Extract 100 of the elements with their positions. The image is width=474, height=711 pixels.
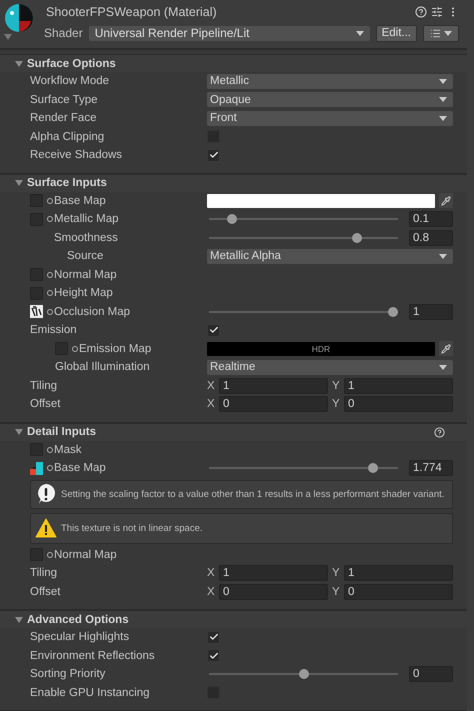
axis-label: X [207, 398, 215, 410]
caret-icon [439, 254, 447, 259]
axis-label: Y [332, 380, 340, 392]
settings-icon[interactable] [431, 6, 443, 18]
foldout-arrow-icon[interactable] [15, 616, 23, 624]
field-label: Offset [30, 586, 60, 598]
axis-label: Y [332, 586, 340, 598]
list-dropdown-button[interactable] [423, 24, 459, 42]
axis-label: Y [332, 398, 340, 410]
field-label: Workflow Mode [30, 75, 110, 88]
caret-icon [439, 97, 447, 102]
help-message: Setting the scaling factor to a value other than 1 results in a less performant shader variant. [61, 488, 444, 500]
dropdown[interactable]: Opaque [207, 92, 453, 108]
object-picker-icon[interactable] [47, 198, 53, 204]
field-label: Emission [30, 324, 77, 336]
field-label: Base Map [54, 462, 106, 474]
shader-label: Shader [44, 26, 83, 40]
number-field[interactable]: 1 [344, 378, 453, 394]
field-label: Tiling [30, 567, 58, 580]
number-field[interactable]: 0 [409, 666, 453, 682]
field-label: Normal Map [54, 268, 117, 281]
dropdown[interactable]: Metallic [207, 74, 453, 89]
dropdown[interactable]: Metallic Alpha [207, 248, 453, 264]
field-label: Normal Map [54, 548, 117, 561]
hdr-color-field[interactable]: HDR [207, 342, 435, 356]
field-label: Environment Reflections [30, 650, 155, 662]
field-label: Render Face [30, 112, 96, 124]
caret-icon [439, 364, 447, 370]
foldout-arrow-icon[interactable] [15, 60, 23, 68]
number-field[interactable]: 0 [219, 584, 328, 600]
dropdown[interactable]: Front [207, 110, 453, 126]
foldout-arrow-icon[interactable] [15, 179, 23, 187]
field-label: Specular Highlights [30, 631, 130, 644]
slider-thumb[interactable] [352, 232, 362, 243]
object-picker-icon[interactable] [47, 216, 53, 222]
color-field[interactable] [207, 194, 435, 208]
number-field[interactable]: 0.1 [409, 211, 453, 228]
slider-thumb[interactable] [368, 463, 378, 474]
slider-thumb[interactable] [388, 306, 398, 317]
edit-button[interactable]: Edit... [376, 24, 417, 42]
number-field[interactable]: 1.774 [409, 460, 453, 476]
number-field[interactable]: 0.8 [409, 230, 453, 246]
help-message: This texture is not in linear space. [61, 522, 203, 534]
texture-thumbnail[interactable] [30, 305, 43, 318]
object-picker-icon[interactable] [72, 346, 78, 352]
field-label: Alpha Clipping [30, 130, 104, 143]
axis-label: X [207, 586, 215, 598]
field-label: Receive Shadows [30, 149, 122, 162]
foldout-arrow-icon[interactable] [15, 428, 23, 436]
checkbox[interactable] [207, 148, 220, 162]
eyedropper-icon[interactable] [439, 193, 453, 208]
object-picker-icon[interactable] [47, 465, 53, 472]
caret-icon [444, 30, 452, 36]
field-label: Offset [30, 398, 60, 410]
field-label: Occlusion Map [54, 306, 130, 318]
field-label: Sorting Priority [30, 668, 106, 680]
number-field[interactable]: 0 [219, 396, 328, 412]
object-picker-icon[interactable] [47, 308, 53, 315]
number-field[interactable]: 1 [409, 304, 453, 320]
field-label: Base Map [54, 194, 106, 207]
caret-icon [439, 78, 447, 84]
texture-thumbnail[interactable] [30, 462, 43, 475]
object-picker-icon[interactable] [47, 446, 53, 453]
object-picker-icon[interactable] [47, 290, 53, 296]
foldout-arrow-icon[interactable] [4, 34, 12, 40]
field-label: Surface Type [30, 94, 98, 106]
object-picker-icon[interactable] [47, 552, 53, 558]
checkbox[interactable] [207, 324, 220, 337]
number-field[interactable]: 1 [344, 565, 453, 582]
slider-thumb[interactable] [298, 669, 308, 680]
material-preview-icon [4, 3, 34, 33]
slider-thumb[interactable] [226, 214, 237, 224]
object-picker-icon[interactable] [47, 272, 53, 278]
list-icon [430, 28, 441, 38]
caret-icon [356, 30, 364, 36]
axis-label: X [207, 380, 215, 392]
field-label: Metallic Map [54, 213, 119, 226]
number-field[interactable]: 1 [219, 565, 328, 582]
number-field[interactable]: 1 [219, 378, 328, 394]
help-icon[interactable] [415, 6, 427, 18]
field-label: Mask [54, 444, 82, 456]
window-title: ShooterFPSWeapon (Material) [45, 5, 218, 19]
axis-label: X [207, 567, 215, 580]
warning-icon [35, 518, 57, 538]
shader-dropdown[interactable]: Universal Render Pipeline/Lit [88, 26, 370, 40]
eyedropper-icon[interactable] [439, 341, 453, 356]
caret-icon [439, 116, 447, 121]
field-label: Global Illumination [55, 361, 150, 374]
number-field[interactable]: 0 [344, 584, 453, 600]
checkbox[interactable] [207, 649, 220, 662]
field-label: Enable GPU Instancing [30, 686, 150, 699]
dropdown[interactable]: Realtime [207, 360, 453, 375]
field-label: Tiling [30, 380, 58, 392]
help-icon[interactable] [434, 426, 445, 438]
axis-label: Y [332, 567, 340, 580]
info-icon [35, 483, 57, 505]
field-label: Height Map [54, 287, 113, 300]
number-field[interactable]: 0 [344, 396, 453, 412]
checkbox[interactable] [207, 630, 220, 644]
field-label: Emission Map [79, 342, 152, 355]
